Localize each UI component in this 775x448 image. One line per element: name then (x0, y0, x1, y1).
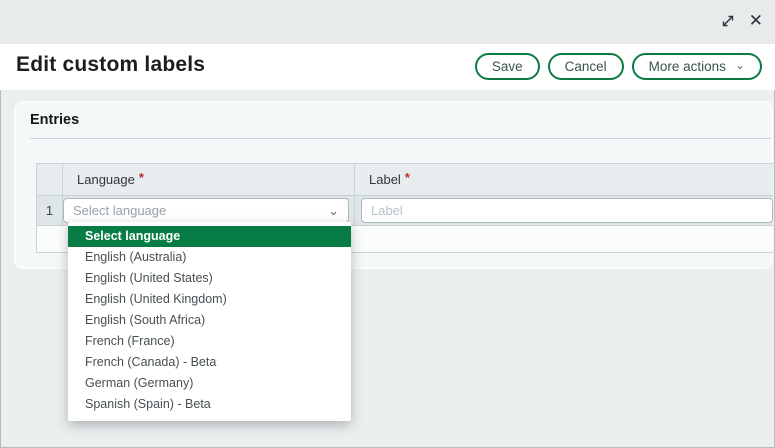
dialog-titlebar: ✕ (0, 0, 775, 44)
required-asterisk: * (405, 170, 410, 185)
dropdown-option[interactable]: Select language (68, 226, 351, 247)
entries-heading: Entries (30, 112, 79, 128)
label-input[interactable] (361, 198, 773, 223)
row-number-header-cell (37, 164, 63, 195)
row-number: 1 (46, 203, 53, 218)
required-asterisk: * (139, 170, 144, 185)
more-actions-button[interactable]: More actions ⌄ (632, 53, 762, 80)
dropdown-option[interactable]: English (Australia) (68, 247, 351, 268)
language-column-label: Language (77, 172, 135, 187)
dropdown-option[interactable]: German (Germany) (68, 373, 351, 394)
save-button[interactable]: Save (475, 53, 540, 80)
page-title: Edit custom labels (16, 53, 205, 77)
dropdown-option[interactable]: French (Canada) - Beta (68, 352, 351, 373)
window-controls: ✕ (719, 12, 763, 30)
language-header-cell: Language * (63, 164, 355, 195)
dropdown-option[interactable]: English (South Africa) (68, 310, 351, 331)
dropdown-option[interactable]: Spanish (Spain) - Beta (68, 394, 351, 415)
header-actions: Save Cancel More actions ⌄ (475, 53, 762, 80)
language-dropdown: Select languageEnglish (Australia)Englis… (68, 222, 351, 421)
dropdown-option[interactable]: English (United States) (68, 268, 351, 289)
cancel-button[interactable]: Cancel (548, 53, 624, 80)
language-cell: Select language ⌄ (63, 196, 355, 225)
language-select-placeholder: Select language (64, 203, 166, 218)
label-header-cell: Label * (355, 164, 773, 195)
row-number-cell: 1 (37, 196, 63, 225)
dropdown-option[interactable]: English (United Kingdom) (68, 289, 351, 310)
dialog-header: Edit custom labels Save Cancel More acti… (0, 44, 775, 90)
label-column-label: Label (369, 172, 401, 187)
label-cell (355, 196, 773, 225)
close-icon[interactable]: ✕ (749, 12, 763, 30)
edit-custom-labels-dialog: ✕ Edit custom labels Save Cancel More ac… (0, 0, 775, 448)
table-header-row: Language * Label * (37, 164, 773, 196)
entries-divider (30, 138, 771, 139)
expand-icon[interactable] (719, 12, 737, 30)
chevron-down-icon: ⌄ (735, 60, 745, 70)
dropdown-option[interactable]: French (France) (68, 331, 351, 352)
language-select[interactable]: Select language ⌄ (63, 198, 349, 223)
chevron-down-icon: ⌄ (328, 203, 339, 219)
more-actions-label: More actions (649, 59, 726, 74)
